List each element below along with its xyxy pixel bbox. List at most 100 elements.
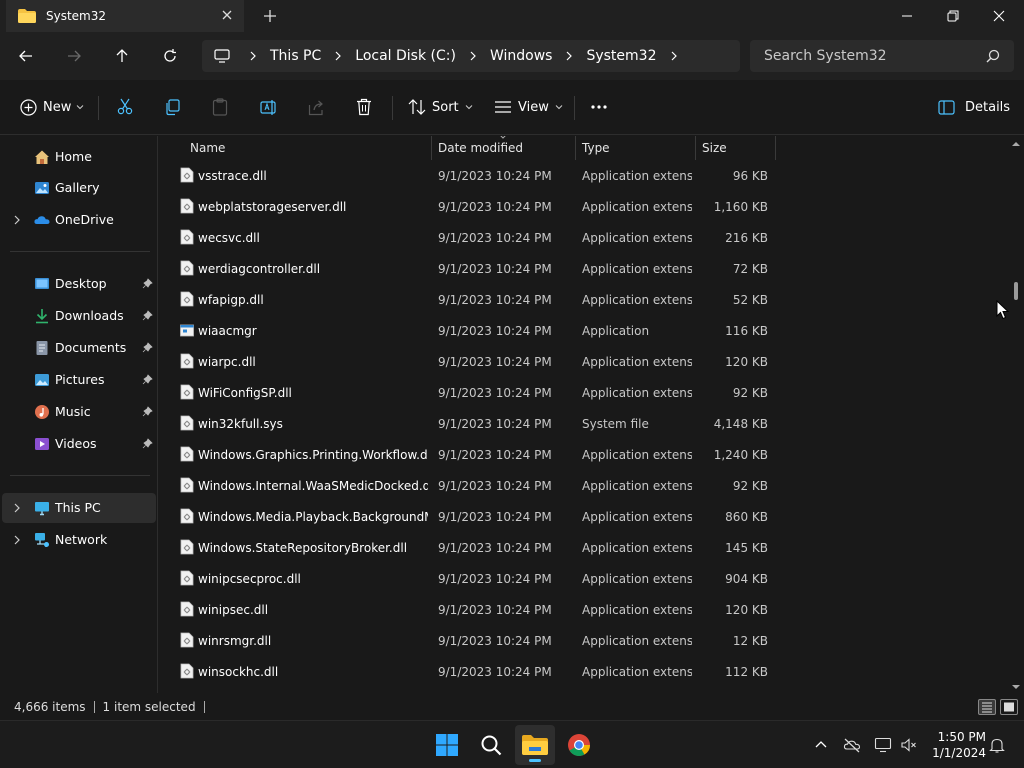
table-row[interactable]: werdiagcontroller.dll 9/1/2023 10:24 PM Ap… <box>174 253 776 284</box>
refresh-icon <box>164 49 176 62</box>
vertical-scrollbar[interactable] <box>1008 136 1024 693</box>
more-options-button[interactable] <box>590 94 608 120</box>
table-row[interactable]: wecsvc.dll 9/1/2023 10:24 PM Application e… <box>174 222 776 253</box>
table-row[interactable]: wiaacmgr 9/1/2023 10:24 PM Application 116 … <box>174 315 776 346</box>
view-button[interactable]: View <box>494 94 563 120</box>
dll-file-icon <box>180 601 194 617</box>
chevron-right-icon[interactable] <box>12 535 22 545</box>
start-button[interactable] <box>433 731 461 759</box>
pin-icon[interactable] <box>142 374 153 385</box>
table-row[interactable]: vsstrace.dll 9/1/2023 10:24 PM Application… <box>174 160 776 191</box>
pin-icon[interactable] <box>142 438 153 449</box>
rename-button[interactable] <box>260 94 278 120</box>
volume-muted-icon[interactable] <box>900 736 918 754</box>
nav-divider <box>10 251 150 252</box>
pin-icon[interactable] <box>142 342 153 353</box>
chevron-right-icon[interactable] <box>669 51 679 61</box>
nav-item-this-pc[interactable]: This PC <box>2 493 156 523</box>
table-row[interactable]: winipcsecproc.dll 9/1/2023 10:24 PM Applic… <box>174 563 776 594</box>
network-status-icon[interactable] <box>874 736 892 754</box>
chevron-right-icon[interactable] <box>12 503 22 513</box>
nav-item-onedrive[interactable]: OneDrive <box>2 205 156 235</box>
new-tab-icon[interactable] <box>262 8 278 24</box>
scroll-down-icon[interactable] <box>1011 683 1021 691</box>
delete-button[interactable] <box>356 94 372 120</box>
table-row[interactable]: wiarpc.dll 9/1/2023 10:24 PM Application e… <box>174 346 776 377</box>
column-header-type[interactable]: Type <box>576 136 696 160</box>
nav-label: Downloads <box>55 308 124 323</box>
details-pane-button[interactable]: Details <box>938 94 1010 120</box>
table-row[interactable]: webplatstorageserver.dll 9/1/2023 10:24 P… <box>174 191 776 222</box>
column-header-date[interactable]: Date modified <box>432 136 576 160</box>
nav-item-gallery[interactable]: Gallery <box>2 173 156 203</box>
scissors-icon <box>117 98 133 115</box>
paste-button[interactable] <box>212 94 228 120</box>
nav-item-documents[interactable]: Documents <box>2 333 156 363</box>
title-bar: System32 <box>0 0 1024 32</box>
column-header-name[interactable]: Name <box>184 136 432 160</box>
onedrive-offline-icon[interactable] <box>843 736 861 754</box>
address-bar[interactable]: This PC Local Disk (C:) Windows System32 <box>202 40 740 72</box>
dll-file-icon <box>180 198 194 214</box>
nav-item-videos[interactable]: Videos <box>2 429 156 459</box>
maximize-button[interactable] <box>930 0 976 32</box>
share-button[interactable] <box>308 94 325 120</box>
nav-item-home[interactable]: Home <box>2 142 156 172</box>
details-view-button[interactable] <box>978 699 996 715</box>
chevron-right-icon[interactable] <box>12 215 22 225</box>
minimize-button[interactable] <box>884 0 930 32</box>
chevron-up-icon[interactable] <box>812 736 830 754</box>
breadcrumb-windows[interactable]: Windows <box>490 48 553 64</box>
table-row[interactable]: Windows.Graphics.Printing.Workflow.dll 9/… <box>174 439 776 470</box>
taskbar-search-button[interactable] <box>477 731 505 759</box>
nav-item-network[interactable]: Network <box>2 525 156 555</box>
table-row[interactable]: wfapigp.dll 9/1/2023 10:24 PM Application … <box>174 284 776 315</box>
nav-item-downloads[interactable]: Downloads <box>2 301 156 331</box>
table-row[interactable]: win32kfull.sys 9/1/2023 10:24 PM System fi… <box>174 408 776 439</box>
table-row[interactable]: Windows.StateRepositoryBroker.dll 9/1/202… <box>174 532 776 563</box>
nav-item-music[interactable]: Music <box>2 397 156 427</box>
pin-icon[interactable] <box>142 310 153 321</box>
cut-button[interactable] <box>116 94 134 120</box>
details-pane-icon <box>938 99 955 115</box>
notification-bell-icon[interactable] <box>988 736 1006 754</box>
new-button[interactable]: New <box>20 94 84 120</box>
refresh-button[interactable] <box>158 44 182 68</box>
file-type: Application extens... <box>582 510 692 524</box>
chevron-right-icon <box>335 51 342 61</box>
up-button[interactable] <box>110 44 134 68</box>
desktop-icon <box>35 278 49 289</box>
close-tab-icon[interactable] <box>220 8 234 22</box>
navigation-pane: Home Gallery OneDrive Desktop Downloads … <box>0 136 158 693</box>
nav-label: Videos <box>55 436 97 451</box>
scroll-up-icon[interactable] <box>1011 140 1021 148</box>
system-clock[interactable]: 1:50 PM 1/1/2024 <box>926 729 986 761</box>
nav-item-desktop[interactable]: Desktop <box>2 269 156 299</box>
copy-button[interactable] <box>164 94 181 120</box>
column-header-label: Type <box>582 141 610 155</box>
table-row[interactable]: winsockhc.dll 9/1/2023 10:24 PM Applicatio… <box>174 656 776 687</box>
taskbar-file-explorer[interactable] <box>515 725 555 765</box>
nav-label: Gallery <box>55 180 100 195</box>
tiles-view-button[interactable] <box>1000 699 1018 715</box>
breadcrumb-this-pc[interactable]: This PC <box>270 48 321 64</box>
tab-system32[interactable]: System32 <box>6 0 244 32</box>
table-row[interactable]: Windows.Internal.WaaSMedicDocked.dll 9/1/… <box>174 470 776 501</box>
taskbar-chrome[interactable] <box>565 731 593 759</box>
table-row[interactable]: Windows.Media.Playback.BackgroundM... 9/1… <box>174 501 776 532</box>
table-row[interactable]: winipsec.dll 9/1/2023 10:24 PM Application… <box>174 594 776 625</box>
pin-icon[interactable] <box>142 278 153 289</box>
forward-button[interactable] <box>62 44 86 68</box>
back-button[interactable] <box>14 44 38 68</box>
breadcrumb-local-disk[interactable]: Local Disk (C:) <box>355 48 456 64</box>
sort-button[interactable]: Sort <box>408 94 473 120</box>
table-row[interactable]: WiFiConfigSP.dll 9/1/2023 10:24 PM Applica… <box>174 377 776 408</box>
scrollbar-thumb[interactable] <box>1014 282 1018 300</box>
column-header-size[interactable]: Size <box>696 136 776 160</box>
breadcrumb-system32[interactable]: System32 <box>586 48 656 64</box>
pin-icon[interactable] <box>142 406 153 417</box>
table-row[interactable]: winrsmgr.dll 9/1/2023 10:24 PM Application… <box>174 625 776 656</box>
nav-item-pictures[interactable]: Pictures <box>2 365 156 395</box>
close-button[interactable] <box>976 0 1022 32</box>
search-input[interactable]: Search System32 <box>750 40 1014 72</box>
